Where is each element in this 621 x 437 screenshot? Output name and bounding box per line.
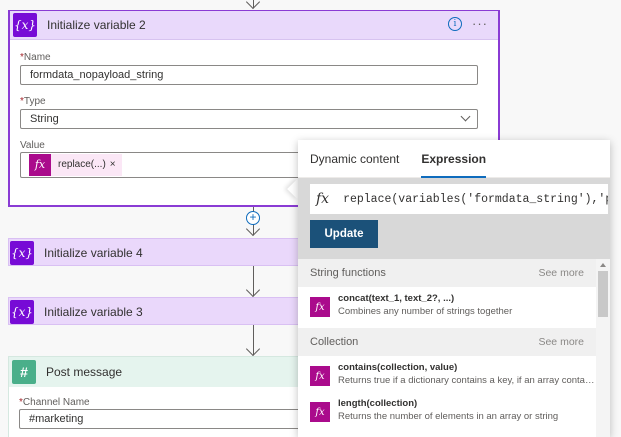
fx-icon: fx [310,366,330,386]
scroll-thumb[interactable] [598,271,608,317]
section-header-string-functions: String functions See more [298,259,596,287]
function-name: concat(text_1, text_2?, ...) [338,293,455,304]
card-title: Initialize variable 3 [44,305,143,319]
dynamic-content-panel: Dynamic content Expression fx replace(va… [298,140,610,437]
scrollbar[interactable] [596,259,610,437]
function-description: Returns true if a dictionary contains a … [338,375,596,386]
expression-text: replace(variables('formdata_string'),'pa… [343,192,608,206]
chevron-down-icon [460,111,471,122]
card-title: Post message [46,365,123,379]
panel-tabs: Dynamic content Expression [298,140,610,178]
card-title: Initialize variable 2 [47,18,146,32]
connector-arrow [245,0,261,10]
connector-arrow [245,282,261,298]
variable-icon: {x} [10,241,34,265]
variable-icon: {x} [10,300,34,324]
function-name: contains(collection, value) [338,362,458,373]
type-label: *Type [20,96,46,107]
token-remove-icon[interactable]: × [110,156,122,174]
scroll-up-icon[interactable] [600,263,606,267]
connector-arrow [245,221,261,237]
function-name: length(collection) [338,398,418,409]
card-header[interactable]: {x} Initialize variable 2 i ··· [10,11,498,40]
type-value: String [30,113,59,125]
expression-input[interactable]: fx replace(variables('formdata_string'),… [310,184,608,214]
slack-icon: # [12,360,36,384]
expression-token[interactable]: fx replace(...) × [29,154,122,176]
fx-icon: fx [29,154,51,176]
card-title: Initialize variable 4 [44,246,143,260]
section-title: Collection [310,336,359,348]
tab-dynamic-content[interactable]: Dynamic content [310,152,399,177]
fx-icon: fx [310,297,330,317]
function-item-contains[interactable]: fx contains(collection, value) Returns t… [298,356,596,392]
info-icon[interactable]: i [448,17,462,31]
section-title: String functions [310,267,386,279]
connector-arrow [245,341,261,357]
fx-icon: fx [310,402,330,422]
function-list: String functions See more fx concat(text… [298,259,610,437]
type-select[interactable]: String [20,109,478,129]
see-more-link[interactable]: See more [538,267,584,279]
function-description: Returns the number of elements in an arr… [338,411,559,422]
section-header-collection: Collection See more [298,328,596,356]
channel-label: *Channel Name [19,397,90,408]
token-label: replace(...) [58,159,106,170]
function-description: Combines any number of strings together [338,306,513,317]
see-more-link[interactable]: See more [538,336,584,348]
variable-icon: {x} [13,13,37,37]
fx-icon: fx [316,191,330,207]
more-options-icon[interactable]: ··· [472,17,488,30]
name-label: *Name [20,52,51,63]
function-item-length[interactable]: fx length(collection) Returns the number… [298,392,596,428]
name-input[interactable]: formdata_nopayload_string [20,65,478,85]
value-label: Value [20,140,45,151]
update-button[interactable]: Update [310,220,378,248]
tab-expression[interactable]: Expression [421,152,486,178]
function-item-concat[interactable]: fx concat(text_1, text_2?, ...) Combines… [298,287,596,323]
